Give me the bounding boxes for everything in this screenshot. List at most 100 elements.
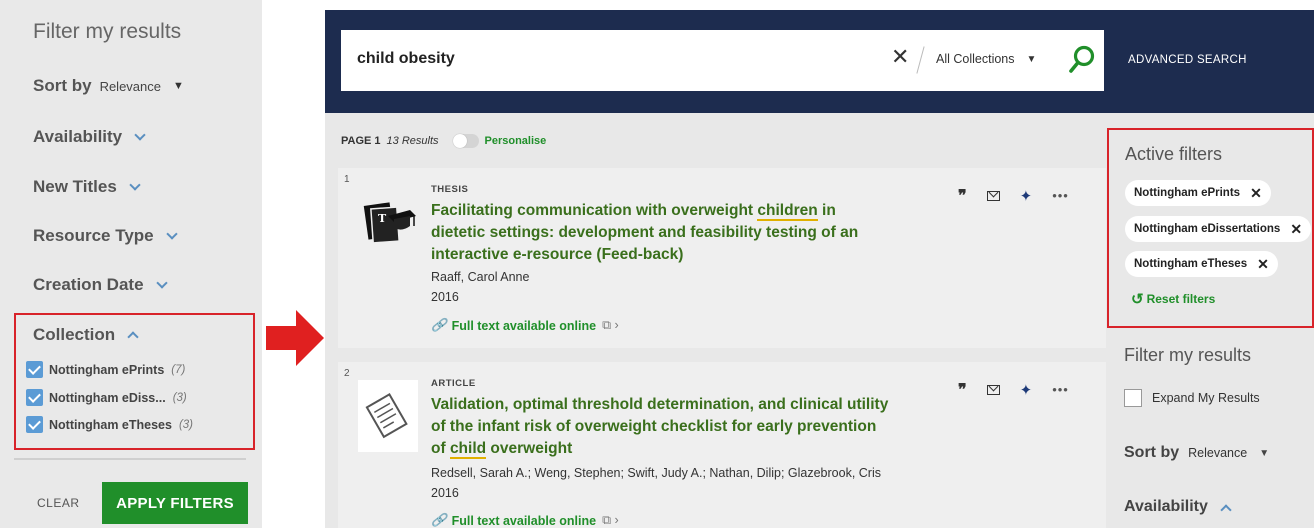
reset-filters-button[interactable]: ↺ Reset filters [1131, 290, 1215, 308]
link-icon: 🔗 [431, 513, 447, 527]
section-label: New Titles [33, 177, 117, 196]
clear-search-icon[interactable]: ✕ [891, 44, 909, 70]
pin-icon[interactable]: ✦ [1020, 381, 1033, 399]
section-label: Availability [33, 127, 123, 146]
section-new-titles[interactable]: New Titles [33, 177, 141, 197]
chevron-down-icon [129, 179, 141, 191]
sort-by-value: Relevance [99, 78, 161, 94]
chip-label: Nottingham ePrints [1134, 187, 1241, 199]
chevron-down-icon [165, 228, 178, 240]
caret-down-icon: ▼ [173, 80, 184, 92]
right-sort-by[interactable]: Sort by Relevance ▼ [1124, 444, 1269, 462]
remove-filter-icon[interactable]: ✕ [1290, 221, 1302, 238]
expand-results-checkbox[interactable]: Expand My Results [1124, 389, 1260, 407]
full-text-label: Full text available online [451, 513, 597, 528]
chevron-up-icon [127, 331, 139, 343]
collection-item-label: Nottingham eTheses [49, 417, 172, 432]
sort-by-label: Sort by [33, 76, 92, 95]
filter-chip-eprints[interactable]: Nottingham ePrints ✕ [1125, 180, 1271, 206]
collection-item-label: Nottingham ePrints [49, 362, 165, 377]
title-part: Facilitating communication with overweig… [431, 202, 758, 219]
active-filters-title: Active filters [1125, 144, 1223, 164]
section-availability[interactable]: Availability [33, 127, 146, 147]
advanced-search-link[interactable]: ADVANCED SEARCH [1128, 54, 1247, 66]
expand-label: Expand My Results [1152, 391, 1260, 405]
email-icon[interactable] [986, 190, 1000, 201]
collection-item-count: (3) [178, 418, 193, 431]
email-icon[interactable] [986, 384, 1000, 395]
result-author: Raaff, Carol Anne [431, 270, 530, 284]
chip-label: Nottingham eDissertations [1134, 223, 1281, 235]
section-label: Availability [1124, 498, 1208, 515]
clear-button[interactable]: CLEAR [37, 496, 80, 510]
result-author: Redsell, Sarah A.; Weng, Stephen; Swift,… [431, 466, 881, 480]
collection-scope-select[interactable]: All Collections ▼ [936, 52, 1036, 66]
apply-filters-button[interactable]: APPLY FILTERS [102, 482, 248, 524]
section-label: Collection [33, 325, 116, 344]
section-label: Resource Type [33, 226, 154, 245]
section-collection[interactable]: Collection [33, 325, 139, 345]
right-filter-title: Filter my results [1124, 345, 1252, 365]
link-icon: 🔗 [431, 318, 447, 332]
result-actions: ❞ ✦ ••• [958, 186, 1069, 205]
citation-icon[interactable]: ❞ [958, 380, 967, 399]
left-filter-panel: Filter my results Sort by Relevance ▼ Av… [0, 0, 262, 528]
section-creation-date[interactable]: Creation Date [33, 275, 168, 295]
chevron-up-icon [1220, 503, 1232, 516]
collection-item-etheses[interactable]: Nottingham eTheses (3) [26, 416, 193, 433]
results-summary: PAGE 1 13 Results Personalise [341, 134, 546, 148]
left-sort-by[interactable]: Sort by Relevance ▼ [33, 76, 184, 96]
collection-item-eprints[interactable]: Nottingham ePrints (7) [26, 361, 185, 378]
search-term-highlight: child [449, 440, 487, 459]
scope-label: All Collections [936, 52, 1015, 66]
resource-type: ARTICLE [431, 378, 476, 389]
result-number: 1 [344, 174, 350, 185]
personalise-label[interactable]: Personalise [485, 135, 547, 147]
search-term-highlight: children [757, 202, 818, 221]
section-label: Creation Date [33, 275, 144, 294]
sort-by-label: Sort by [1124, 444, 1180, 461]
remove-filter-icon[interactable]: ✕ [1257, 256, 1269, 273]
svg-text:T: T [378, 212, 387, 225]
pin-icon[interactable]: ✦ [1020, 187, 1033, 205]
collection-item-edissertations[interactable]: Nottingham eDiss... (3) [26, 389, 187, 406]
page-number: PAGE 1 [341, 135, 381, 147]
checkbox-checked[interactable] [26, 416, 43, 433]
personalise-toggle[interactable] [452, 134, 479, 148]
full-text-link[interactable]: 🔗 Full text available online ⧉ › [431, 513, 619, 528]
reset-icon: ↺ [1131, 291, 1144, 308]
chip-label: Nottingham eTheses [1134, 258, 1248, 270]
more-options-icon[interactable]: ••• [1052, 382, 1069, 397]
remove-filter-icon[interactable]: ✕ [1250, 185, 1262, 202]
search-bar: child obesity ✕ All Collections ▼ [341, 30, 1104, 91]
caret-down-icon: ▼ [1259, 447, 1270, 459]
red-arrow-icon [266, 310, 324, 366]
result-year: 2016 [431, 486, 459, 500]
result-title[interactable]: Facilitating communication with overweig… [431, 200, 891, 266]
search-divider [916, 46, 925, 74]
collection-item-count: (7) [171, 363, 186, 376]
result-title[interactable]: Validation, optimal threshold determinat… [431, 394, 891, 460]
collection-highlight-box: Collection Nottingham ePrints (7) Nottin… [14, 313, 255, 450]
caret-down-icon: ▼ [1026, 53, 1037, 65]
result-number: 2 [344, 368, 350, 379]
search-input[interactable]: child obesity [357, 50, 455, 68]
right-availability-section[interactable]: Availability [1124, 498, 1232, 516]
full-text-link[interactable]: 🔗 Full text available online ⧉ › [431, 318, 619, 333]
filter-chip-edissertations[interactable]: Nottingham eDissertations ✕ [1125, 216, 1312, 242]
external-link-icon: ⧉ › [602, 318, 619, 332]
left-panel-title: Filter my results [33, 20, 182, 43]
search-icon[interactable] [1067, 44, 1097, 76]
checkbox-checked[interactable] [26, 361, 43, 378]
result-item: 1 T THESIS Facilitating communication wi… [338, 168, 1106, 348]
search-header: child obesity ✕ All Collections ▼ ADVANC… [325, 10, 1314, 113]
title-part: overweight [486, 440, 573, 457]
filter-chip-etheses[interactable]: Nottingham eTheses ✕ [1125, 251, 1278, 277]
checkbox-checked[interactable] [26, 389, 43, 406]
more-options-icon[interactable]: ••• [1052, 188, 1069, 203]
result-actions: ❞ ✦ ••• [958, 380, 1069, 399]
section-resource-type[interactable]: Resource Type [33, 226, 178, 246]
citation-icon[interactable]: ❞ [958, 186, 967, 205]
collection-item-count: (3) [172, 391, 187, 404]
checkbox-unchecked[interactable] [1124, 389, 1142, 407]
